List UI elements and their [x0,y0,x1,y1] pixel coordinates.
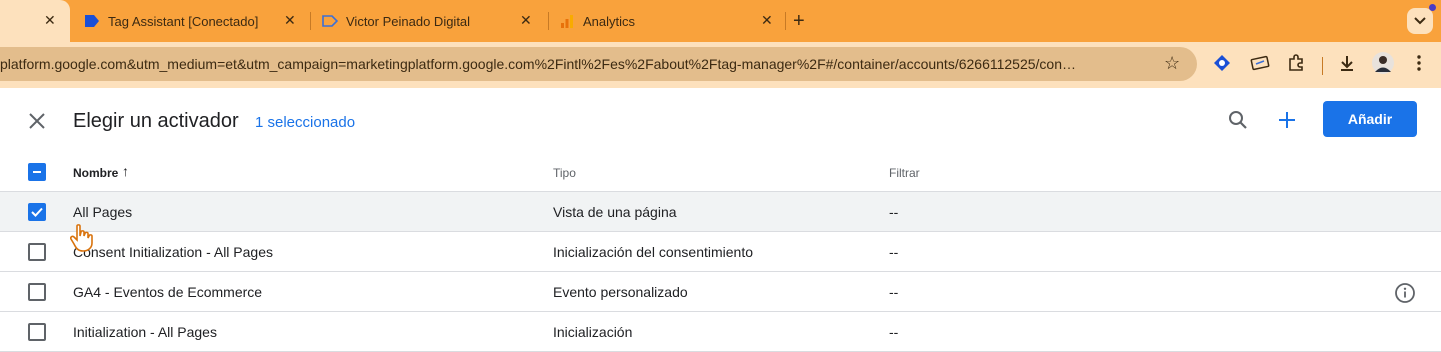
bookmark-star-icon[interactable]: ☆ [1164,53,1180,74]
analytics-icon [559,13,575,29]
table-row[interactable]: GA4 - Eventos de Ecommerce Evento person… [0,272,1441,312]
trigger-type: Evento personalizado [553,284,688,300]
close-tab-icon[interactable]: ✕ [44,12,56,29]
add-button[interactable]: Añadir [1323,101,1417,137]
close-tab-icon[interactable]: ✕ [520,12,532,29]
trigger-name: Consent Initialization - All Pages [73,244,273,260]
row-checkbox[interactable] [28,243,46,261]
table-header: Nombre ↑ Tipo Filtrar [0,152,1441,192]
table-row[interactable]: Consent Initialization - All Pages Inici… [0,232,1441,272]
tag-outline-icon [322,13,338,29]
tab-separator [785,12,786,30]
trigger-type: Inicialización [553,324,633,340]
row-checkbox[interactable] [28,203,46,221]
column-header-name[interactable]: Nombre [73,166,118,180]
tab-search-button[interactable] [1407,8,1433,34]
table-row[interactable]: All Pages Vista de una página -- [0,192,1441,232]
tab-label: Analytics [583,13,636,29]
trigger-filter: -- [889,244,899,260]
trigger-filter: -- [889,324,899,340]
browser-toolbar: platform.google.com&utm_medium=et&utm_ca… [0,42,1441,88]
select-all-checkbox[interactable] [28,163,46,181]
more-menu-icon[interactable] [1408,52,1430,74]
info-icon[interactable] [1394,282,1416,304]
trigger-type: Vista de una página [553,204,677,220]
row-checkbox[interactable] [28,323,46,341]
tab-victor-peinado[interactable]: Victor Peinado Digital ✕ [322,0,542,42]
hand-cursor-icon [69,224,94,252]
trigger-type: Inicialización del consentimiento [553,244,753,260]
tab-separator [548,12,549,30]
tab-tag-assistant[interactable]: Tag Assistant [Conectado] ✕ [84,0,304,42]
chevron-down-icon [1414,17,1426,25]
column-header-type[interactable]: Tipo [553,166,576,180]
sort-arrow-up-icon[interactable]: ↑ [122,163,129,179]
extension-icon[interactable] [1249,52,1271,74]
url-text[interactable]: platform.google.com&utm_medium=et&utm_ca… [0,56,1076,72]
tag-assistant-extension-icon[interactable] [1211,52,1233,74]
profile-avatar-icon[interactable] [1372,52,1394,74]
trigger-filter: -- [889,284,899,300]
puzzle-extensions-icon[interactable] [1285,52,1307,74]
tab-label: Tag Assistant [Conectado] [108,13,259,29]
close-icon[interactable] [26,110,48,132]
row-checkbox[interactable] [28,283,46,301]
table-row[interactable]: Initialization - All Pages Inicializació… [0,312,1441,352]
tab-bar: ✕ Tag Assistant [Conectado] ✕ Victor Pei… [0,0,1441,42]
trigger-name: GA4 - Eventos de Ecommerce [73,284,263,300]
address-bar[interactable]: platform.google.com&utm_medium=et&utm_ca… [0,47,1197,81]
trigger-name: All Pages [73,204,133,220]
close-tab-icon[interactable]: ✕ [284,12,296,29]
page-title: Elegir un activador [73,110,239,132]
close-tab-icon[interactable]: ✕ [761,12,773,29]
tag-assistant-icon [84,13,100,29]
tab-analytics[interactable]: Analytics ✕ [559,0,779,42]
new-tab-button[interactable]: + [793,10,805,33]
selected-count[interactable]: 1 seleccionado [255,114,355,131]
trigger-filter: -- [889,204,899,220]
tab-separator [310,12,311,30]
notification-dot [1429,4,1436,11]
trigger-name: Initialization - All Pages [73,324,217,340]
tab-label: Victor Peinado Digital [346,13,471,29]
download-icon[interactable] [1336,52,1358,74]
tab-current[interactable]: ✕ [0,0,70,42]
search-icon[interactable] [1226,108,1250,132]
add-trigger-icon[interactable] [1275,108,1299,132]
trigger-chooser-panel: Elegir un activador 1 seleccionado Añadi… [0,88,1441,352]
column-header-filter[interactable]: Filtrar [889,166,920,180]
toolbar-separator [1322,57,1323,75]
